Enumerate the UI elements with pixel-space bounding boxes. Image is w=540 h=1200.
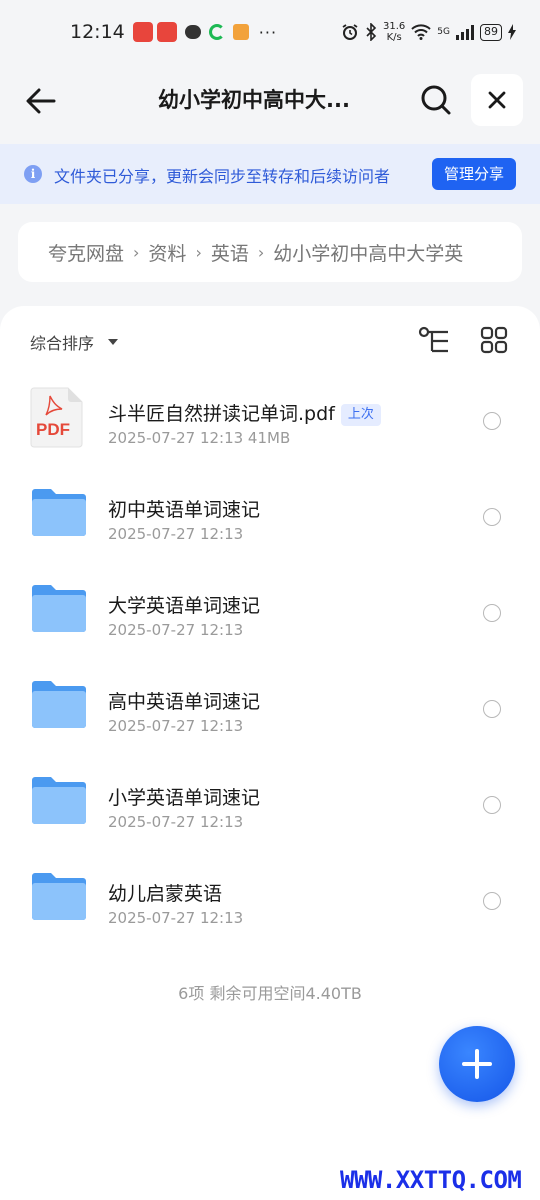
close-button[interactable]: [471, 74, 523, 126]
file-meta: 2025-07-27 12:13: [108, 525, 244, 543]
plus-icon: [462, 1049, 492, 1079]
file-name: 高中英语单词速记: [108, 691, 261, 713]
search-icon: [421, 85, 451, 115]
file-panel: 综合排序 PDF 斗半匠自然拼读记单词.pdf 上次 2025-07-27 12…: [0, 306, 540, 1200]
file-meta: 2025-07-27 12:13: [108, 621, 244, 639]
share-notice-banner: i 文件夹已分享，更新会同步至转存和后续访问者 管理分享: [0, 144, 540, 204]
status-bar: 12:14 ··· 31.6 K/s 5G 89: [0, 0, 540, 64]
file-name: 小学英语单词速记: [108, 787, 261, 809]
share-notice-text: 文件夹已分享，更新会同步至转存和后续访问者: [54, 167, 391, 186]
network-speed: 31.6 K/s: [383, 21, 406, 43]
manage-share-button[interactable]: 管理分享: [432, 158, 516, 190]
file-name: 斗半匠自然拼读记单词.pdf 上次: [108, 399, 381, 426]
select-checkbox[interactable]: [483, 796, 501, 814]
page-title: 幼小学初中高中大...: [158, 88, 350, 112]
bluetooth-icon: [366, 23, 377, 41]
list-item-folder[interactable]: 大学英语单词速记 2025-07-27 12:13: [0, 558, 540, 654]
battery-icon: 89: [480, 23, 502, 41]
folder-icon: [30, 674, 88, 736]
more-notifications-icon: ···: [258, 22, 278, 42]
list-item-folder[interactable]: 幼儿启蒙英语 2025-07-27 12:13: [0, 846, 540, 942]
breadcrumb: 夸克网盘 › 资料 › 英语 › 幼小学初中高中大学英: [18, 222, 522, 282]
breadcrumb-item-root[interactable]: 夸克网盘: [48, 239, 124, 266]
file-list: PDF 斗半匠自然拼读记单词.pdf 上次 2025-07-27 12:13 41…: [0, 366, 540, 942]
alarm-icon: [342, 24, 358, 40]
info-icon: i: [24, 165, 42, 183]
folder-icon: [30, 482, 88, 544]
message-icon: [184, 25, 201, 39]
app-header: 幼小学初中高中大...: [0, 64, 540, 140]
status-time: 12:14: [70, 21, 125, 43]
sort-label: 综合排序: [30, 334, 95, 353]
arrow-left-icon: [26, 88, 56, 114]
list-item-pdf[interactable]: PDF 斗半匠自然拼读记单词.pdf 上次 2025-07-27 12:13 41…: [0, 366, 540, 462]
select-checkbox[interactable]: [483, 892, 501, 910]
chevron-right-icon: ›: [195, 242, 202, 262]
close-icon: [488, 91, 506, 109]
sync-app-icon: [208, 24, 225, 40]
back-button[interactable]: [18, 78, 64, 124]
search-button[interactable]: [414, 78, 458, 122]
last-opened-badge: 上次: [340, 404, 381, 426]
folder-icon: [30, 866, 88, 928]
signal-icon: [456, 24, 474, 40]
charging-icon: [508, 24, 516, 40]
file-name: 初中英语单词速记: [108, 499, 261, 521]
folder-icon: [30, 770, 88, 832]
grid-view-button[interactable]: [480, 326, 510, 356]
pdf-file-icon: PDF: [30, 386, 88, 448]
watermark: WWW.XXTTQ.COM: [340, 1166, 522, 1194]
select-checkbox[interactable]: [483, 412, 501, 430]
network-type: 5G: [437, 27, 450, 37]
file-meta: 2025-07-27 12:13: [108, 813, 244, 831]
select-checkbox[interactable]: [483, 508, 501, 526]
shopping-app-icon: [232, 24, 249, 40]
caret-down-icon: [108, 339, 119, 345]
file-meta: 2025-07-27 12:13 41MB: [108, 429, 291, 447]
status-indicators: 31.6 K/s 5G 89: [341, 21, 516, 43]
file-name: 大学英语单词速记: [108, 595, 261, 617]
grid-icon: [480, 326, 508, 354]
file-meta: 2025-07-27 12:13: [108, 909, 244, 927]
breadcrumb-item-materials[interactable]: 资料: [148, 239, 186, 266]
list-item-folder[interactable]: 高中英语单词速记 2025-07-27 12:13: [0, 654, 540, 750]
notification-app-icon: [156, 22, 177, 42]
chevron-right-icon: ›: [133, 242, 140, 262]
notification-app-icon: [132, 22, 153, 42]
folder-icon: [30, 578, 88, 640]
pdf-icon-label: PDF: [36, 420, 70, 439]
breadcrumb-item-english[interactable]: 英语: [211, 239, 249, 266]
tree-structure-icon: [418, 326, 448, 353]
file-name: 幼儿启蒙英语: [108, 883, 223, 905]
breadcrumb-item-current: 幼小学初中高中大学英: [273, 242, 464, 265]
sort-dropdown[interactable]: 综合排序: [30, 330, 119, 354]
tree-view-button[interactable]: [418, 326, 452, 356]
storage-summary: 6项 剩余可用空间4.40TB: [178, 984, 362, 1003]
select-checkbox[interactable]: [483, 700, 501, 718]
chevron-right-icon: ›: [257, 242, 265, 262]
list-item-folder[interactable]: 初中英语单词速记 2025-07-27 12:13: [0, 462, 540, 558]
add-button[interactable]: [439, 1026, 515, 1102]
file-meta: 2025-07-27 12:13: [108, 717, 244, 735]
select-checkbox[interactable]: [483, 604, 501, 622]
wifi-icon: [411, 24, 431, 40]
list-item-folder[interactable]: 小学英语单词速记 2025-07-27 12:13: [0, 750, 540, 846]
